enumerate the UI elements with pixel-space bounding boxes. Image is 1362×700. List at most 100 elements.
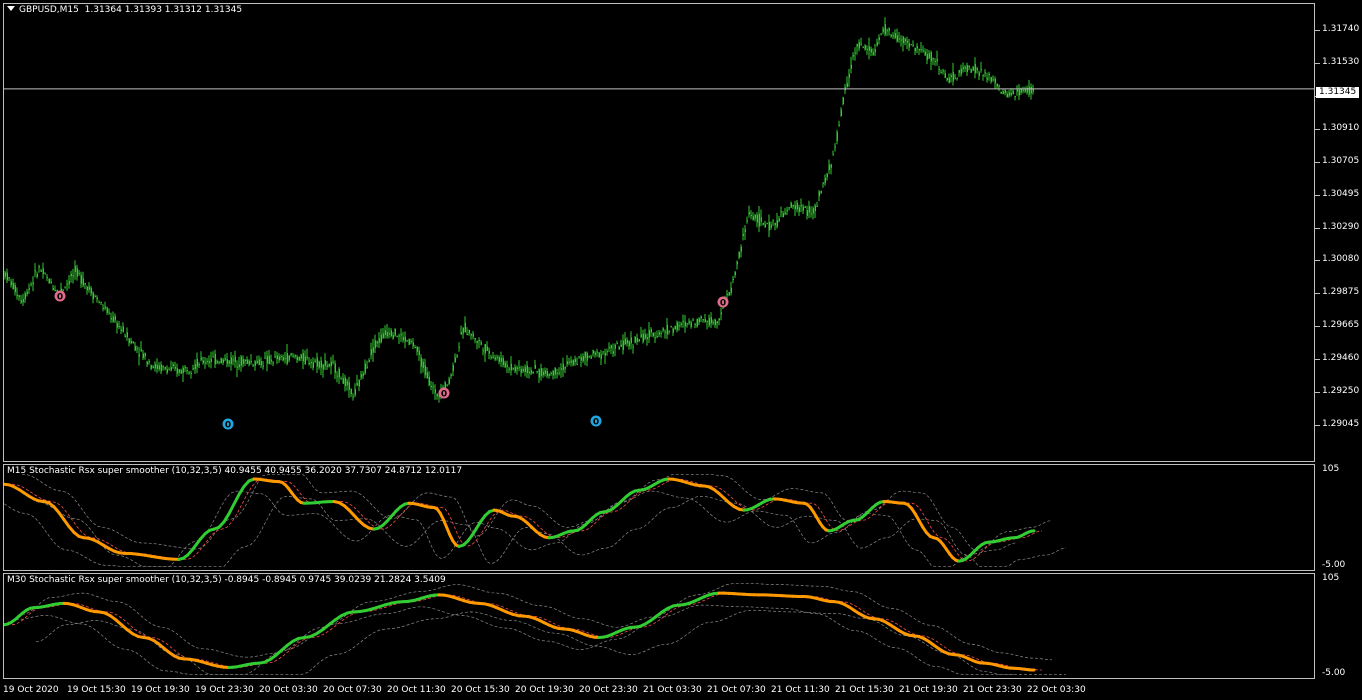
- candle-body: [38, 266, 40, 268]
- candle-body: [818, 191, 820, 197]
- candle-body: [344, 377, 346, 386]
- candle-body: [708, 317, 710, 326]
- candle-body: [290, 353, 292, 355]
- price-axis-label: 1.29665: [1322, 320, 1360, 331]
- price-chart-pane[interactable]: GBPUSD,M15 1.31364 1.31393 1.31312 1.313…: [3, 3, 1315, 462]
- candle-body: [958, 70, 960, 73]
- candle-body: [806, 210, 808, 216]
- candle-body: [230, 357, 232, 364]
- candle-body: [926, 54, 928, 60]
- candle-body: [76, 268, 78, 277]
- candle-body: [112, 316, 114, 322]
- candle-body: [804, 206, 806, 208]
- candle-body: [694, 324, 696, 326]
- candle-body: [166, 369, 168, 373]
- candle-body: [132, 341, 134, 344]
- candle-body: [524, 367, 526, 373]
- candle-body: [966, 65, 968, 72]
- candle-body: [718, 318, 720, 321]
- candle-body: [46, 277, 48, 279]
- candle-body: [154, 364, 156, 369]
- indicator-band-line: [4, 490, 1017, 567]
- candle-body: [872, 52, 874, 56]
- candle-body: [888, 28, 890, 31]
- candle-body: [734, 271, 736, 276]
- candle-body: [516, 367, 518, 369]
- candle-body: [1028, 86, 1030, 95]
- candle-body: [374, 340, 376, 349]
- candle-body: [852, 54, 854, 57]
- m30-indicator-pane[interactable]: M30 Stochastic Rsx super smoother (10,32…: [3, 573, 1315, 679]
- candle-body: [434, 389, 436, 394]
- candle-body: [54, 290, 56, 292]
- time-axis-label: 20 Oct 11:30: [387, 685, 446, 695]
- candle-body: [196, 358, 198, 367]
- candle-body: [664, 331, 666, 333]
- candle-body: [890, 34, 892, 37]
- candle-body: [190, 372, 192, 374]
- candle-body: [164, 367, 166, 369]
- candle-body: [600, 354, 602, 359]
- candle-body: [162, 366, 164, 368]
- price-axis-label: 1.30705: [1322, 155, 1360, 166]
- candle-body: [178, 369, 180, 373]
- time-axis-label: 21 Oct 11:30: [771, 685, 830, 695]
- candle-body: [696, 318, 698, 327]
- candle-body: [424, 365, 426, 376]
- candle-body: [338, 369, 340, 378]
- candle-body: [348, 382, 350, 390]
- candle-body: [858, 42, 860, 49]
- candle-body: [326, 365, 328, 367]
- candle-body: [476, 340, 478, 343]
- candle-body: [500, 357, 502, 362]
- indicator-line-segment: [227, 502, 236, 516]
- candle-body: [128, 338, 130, 343]
- collapse-triangle-icon[interactable]: [7, 6, 15, 11]
- candle-body: [962, 67, 964, 70]
- candle-body: [180, 370, 182, 374]
- candle-body: [236, 366, 238, 368]
- candle-body: [574, 358, 576, 363]
- candle-body: [398, 335, 400, 337]
- candle-body: [436, 393, 438, 397]
- time-axis-label: 19 Oct 15:30: [67, 685, 126, 695]
- candle-body: [676, 322, 678, 331]
- candle-body: [546, 370, 548, 377]
- candle-body: [358, 380, 360, 387]
- candle-body: [430, 385, 432, 387]
- candle-body: [138, 354, 140, 357]
- candle-body: [246, 359, 248, 364]
- candle-body: [408, 339, 410, 345]
- candle-body: [182, 367, 184, 373]
- candle-body: [756, 214, 758, 223]
- candle-body: [986, 77, 988, 80]
- candle-body: [450, 374, 452, 376]
- candle-body: [170, 367, 172, 371]
- candle-body: [198, 364, 200, 366]
- candle-body: [192, 368, 194, 370]
- candle-body: [674, 325, 676, 330]
- candle-body: [194, 364, 196, 370]
- candle-body: [992, 79, 994, 81]
- candle-body: [256, 360, 258, 363]
- candle-body: [328, 363, 330, 367]
- candle-body: [988, 74, 990, 76]
- candle-body: [656, 335, 658, 337]
- candle-body: [686, 323, 688, 325]
- candle-body: [4, 272, 6, 277]
- candle-body: [522, 368, 524, 372]
- candle-body: [330, 361, 332, 367]
- candle-body: [960, 68, 962, 75]
- candle-body: [996, 83, 998, 87]
- candle-body: [110, 318, 112, 320]
- candle-body: [50, 281, 52, 284]
- candle-body: [832, 154, 834, 156]
- candle-body: [316, 357, 318, 367]
- candle-body: [870, 48, 872, 53]
- candle-body: [160, 364, 162, 372]
- candle-body: [582, 356, 584, 361]
- candle-body: [640, 334, 642, 337]
- candle-body: [302, 353, 304, 362]
- m15-indicator-pane[interactable]: M15 Stochastic Rsx super smoother (10,32…: [3, 464, 1315, 571]
- time-axis-label: 19 Oct 2020: [3, 685, 59, 695]
